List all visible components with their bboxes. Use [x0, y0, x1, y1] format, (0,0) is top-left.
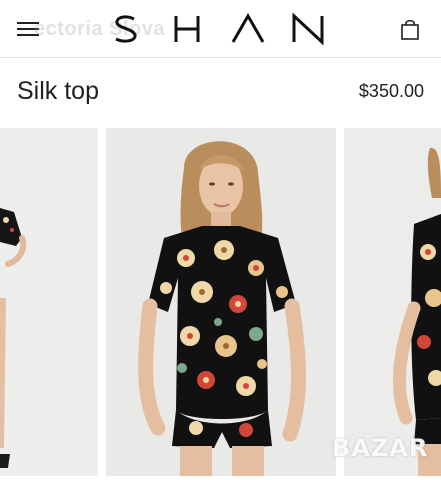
- site-header: ectoria Slova: [0, 0, 441, 58]
- product-photo-main[interactable]: [106, 128, 336, 476]
- shopping-bag-icon[interactable]: [400, 18, 420, 40]
- marketplace-watermark: BAZAR: [332, 434, 429, 462]
- product-photo-previous[interactable]: [0, 128, 98, 476]
- product-photo-next[interactable]: [344, 128, 441, 476]
- product-title: Silk top: [17, 77, 99, 105]
- brand-logo[interactable]: [112, 12, 332, 46]
- product-price: $350.00: [358, 81, 424, 101]
- product-image-gallery[interactable]: [0, 128, 441, 478]
